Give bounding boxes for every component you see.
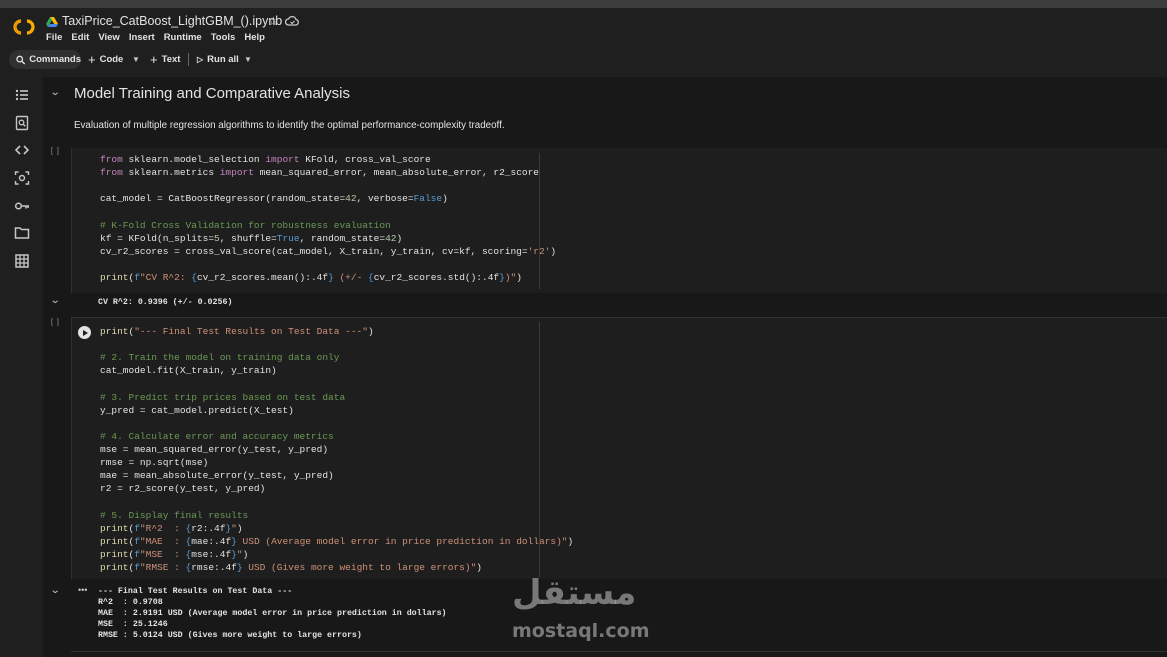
menu-tools[interactable]: Tools (211, 32, 236, 43)
run-all-label: Run all (207, 54, 239, 65)
commands-button[interactable]: Commands (9, 50, 81, 69)
notebook-toolbar: Commands + Code ▼ + Text ▷ Run all ▼ (0, 48, 1167, 72)
notebook-title[interactable]: TaxiPrice_CatBoost_LightGBM_().ipynb (62, 14, 282, 28)
play-icon: ▷ (197, 55, 204, 64)
cell-execution-bracket: [ ] (51, 148, 60, 155)
menu-bar: File Edit View Insert Runtime Tools Help (46, 32, 265, 43)
cell-2-output-line-3: MAE : 2.9191 USD (Average model error in… (98, 609, 447, 618)
run-all-button[interactable]: ▷ Run all (197, 51, 239, 68)
code-ruler-line (539, 322, 540, 577)
files-folder-icon[interactable] (14, 225, 30, 241)
menu-view[interactable]: View (98, 32, 119, 43)
add-code-button[interactable]: + Code (88, 51, 123, 68)
cell-2-output-line-5: RMSE : 5.0124 USD (Gives more weight to … (98, 631, 362, 640)
colab-logo-icon[interactable] (10, 17, 38, 37)
section-title: Model Training and Comparative Analysis (74, 85, 350, 102)
variables-icon[interactable] (14, 170, 30, 186)
plus-icon: + (88, 52, 96, 67)
menu-help[interactable]: Help (244, 32, 265, 43)
code-label: Code (99, 54, 124, 65)
cell-execution-bracket: [ ] (51, 319, 60, 326)
add-text-button[interactable]: + Text (150, 51, 180, 68)
table-of-contents-icon[interactable] (14, 87, 30, 103)
collapse-section-chevron-icon[interactable]: ⌄ (50, 87, 61, 98)
star-icon[interactable]: ☆ (268, 14, 279, 28)
collapse-output-chevron-icon[interactable]: ⌄ (50, 585, 61, 596)
cloud-save-icon[interactable] (285, 15, 299, 27)
code-cell-1[interactable]: from sklearn.model_selection import KFol… (71, 148, 1167, 293)
toolbar-divider (188, 53, 189, 66)
watermark-latin: mostaql.com (512, 620, 650, 642)
run-cell-button[interactable] (78, 326, 91, 339)
cell-2-output-line-2: R^2 : 0.9708 (98, 598, 163, 607)
menu-insert[interactable]: Insert (129, 32, 155, 43)
notebook-main: ⌄ Model Training and Comparative Analysi… (43, 77, 1167, 657)
cell-2-output-line-1: --- Final Test Results on Test Data --- (98, 587, 293, 596)
watermark-arabic: مستقل (512, 573, 637, 613)
output-actions-icon[interactable]: ••• (78, 585, 87, 595)
secrets-key-icon[interactable] (14, 198, 30, 214)
menu-runtime[interactable]: Runtime (164, 32, 202, 43)
menu-file[interactable]: File (46, 32, 62, 43)
commands-label: Commands (29, 54, 81, 65)
collapse-output-chevron-icon[interactable]: ⌄ (50, 295, 61, 306)
cell-divider (71, 651, 1167, 652)
google-drive-icon[interactable] (46, 16, 58, 28)
data-table-icon[interactable] (14, 253, 30, 269)
code-dropdown[interactable]: ▼ (132, 51, 140, 68)
run-all-dropdown[interactable]: ▼ (244, 51, 252, 68)
code-ruler-line (539, 153, 540, 289)
find-replace-icon[interactable] (14, 115, 30, 131)
browser-top-strip (0, 0, 1167, 8)
code-cell-2[interactable]: print("--- Final Test Results on Test Da… (71, 317, 1167, 579)
text-label: Text (161, 54, 181, 65)
code-snippets-icon[interactable] (14, 142, 30, 158)
chevron-down-icon: ▼ (244, 55, 252, 64)
chevron-down-icon: ▼ (132, 55, 140, 64)
menu-edit[interactable]: Edit (71, 32, 89, 43)
plus-icon: + (150, 52, 158, 67)
section-description: Evaluation of multiple regression algori… (74, 120, 505, 131)
colab-header: TaxiPrice_CatBoost_LightGBM_().ipynb ☆ F… (0, 8, 1167, 48)
cell-2-output-line-4: MSE : 25.1246 (98, 620, 168, 629)
cell-1-output: CV R^2: 0.9396 (+/- 0.0256) (98, 298, 233, 307)
search-icon (16, 55, 26, 64)
left-sidebar (0, 77, 43, 657)
